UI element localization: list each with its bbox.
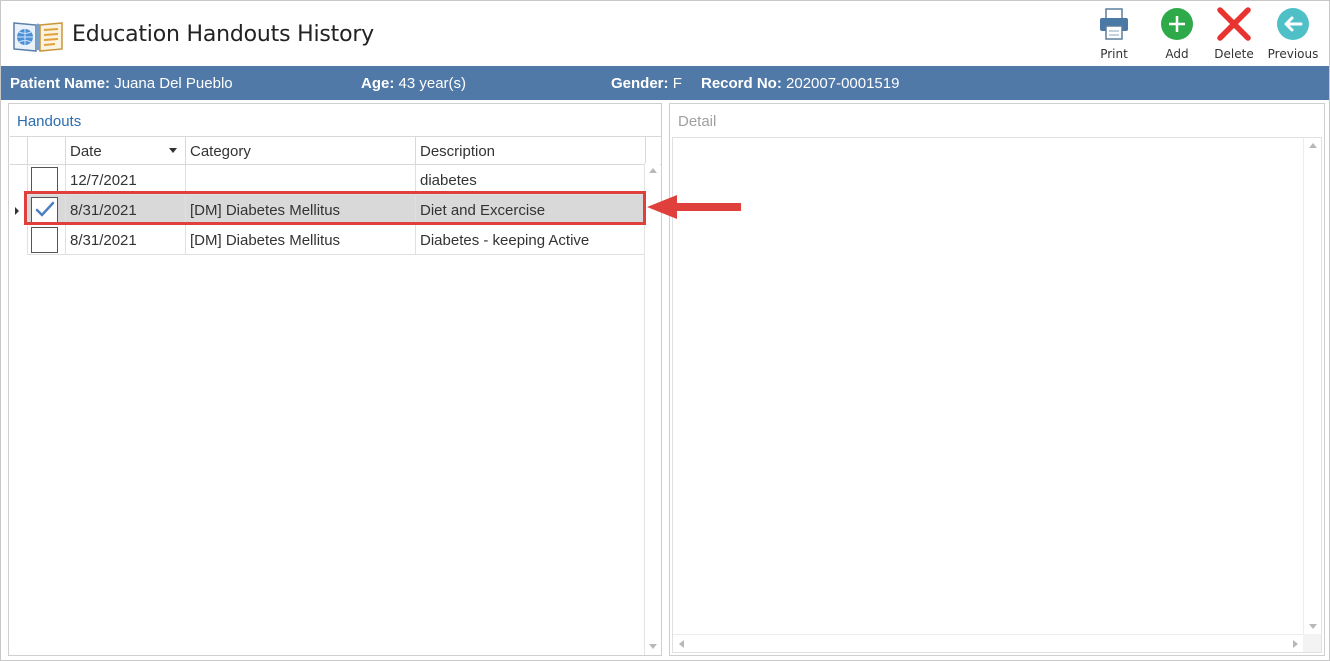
- description-cell: Diabetes - keeping Active: [416, 225, 646, 255]
- row-header-cell: [10, 137, 28, 164]
- row-indicator-cell: [10, 165, 28, 195]
- scroll-left-icon[interactable]: [679, 640, 684, 648]
- row-checkbox-checked[interactable]: [31, 197, 58, 223]
- row-indicator-cell: [10, 195, 28, 225]
- patient-name: Patient Name: Juana Del Pueblo: [10, 75, 233, 92]
- delete-label: Delete: [1214, 47, 1254, 61]
- detail-text-area[interactable]: [672, 137, 1322, 653]
- book-globe-icon: [12, 19, 64, 53]
- patient-age-label: Age:: [361, 75, 395, 92]
- header: Education Handouts History Print Add Del…: [1, 1, 1329, 65]
- date-cell: 8/31/2021: [66, 225, 186, 255]
- patient-record-value: 202007-0001519: [786, 75, 900, 92]
- callout-arrow-icon: [645, 193, 745, 228]
- row-indicator-cell: [10, 225, 28, 255]
- handouts-vertical-scrollbar[interactable]: [644, 163, 660, 655]
- row-checkbox[interactable]: [31, 167, 58, 193]
- handouts-grid: Date Category Description 12/7/2021 diab…: [10, 136, 661, 655]
- education-handouts-window: Education Handouts History Print Add Del…: [0, 0, 1330, 661]
- print-label: Print: [1100, 47, 1128, 61]
- category-header-label: Category: [190, 143, 251, 160]
- printer-icon: [1097, 7, 1131, 41]
- date-header-label: Date: [70, 143, 102, 160]
- scrollbar-corner: [1303, 634, 1321, 652]
- column-header-description[interactable]: Description: [416, 137, 646, 164]
- patient-gender-label: Gender:: [611, 75, 669, 92]
- patient-age-value: 43 year(s): [398, 75, 467, 92]
- handouts-title: Handouts: [17, 113, 82, 130]
- previous-button[interactable]: Previous: [1265, 7, 1321, 63]
- description-cell: diabetes: [416, 165, 646, 195]
- patient-gender-value: F: [672, 75, 682, 92]
- delete-button[interactable]: Delete: [1206, 7, 1262, 63]
- scroll-down-icon[interactable]: [649, 644, 657, 649]
- grid-header: Date Category Description: [10, 137, 661, 165]
- sort-descending-icon: [169, 148, 177, 153]
- detail-vertical-scrollbar[interactable]: [1303, 138, 1321, 635]
- scroll-up-icon[interactable]: [649, 168, 657, 173]
- scroll-up-icon[interactable]: [1309, 143, 1317, 148]
- column-header-date[interactable]: Date: [66, 137, 186, 164]
- patient-name-label: Patient Name:: [10, 75, 111, 92]
- detail-panel: Detail: [669, 103, 1325, 656]
- scroll-down-icon[interactable]: [1309, 624, 1317, 629]
- patient-record-label: Record No:: [701, 75, 782, 92]
- table-row-selected[interactable]: 8/31/2021 [DM] Diabetes Mellitus Diet an…: [10, 195, 646, 225]
- scroll-right-icon[interactable]: [1293, 640, 1298, 648]
- back-arrow-icon: [1276, 7, 1310, 41]
- detail-title: Detail: [678, 113, 717, 130]
- plus-circle-icon: [1160, 7, 1194, 41]
- add-label: Add: [1165, 47, 1189, 61]
- patient-record: Record No: 202007-0001519: [701, 75, 899, 92]
- category-cell: [DM] Diabetes Mellitus: [186, 225, 416, 255]
- description-cell: Diet and Excercise: [416, 195, 646, 225]
- row-checkbox[interactable]: [31, 227, 58, 253]
- table-row[interactable]: 8/31/2021 [DM] Diabetes Mellitus Diabete…: [10, 225, 646, 255]
- detail-horizontal-scrollbar[interactable]: [673, 634, 1304, 652]
- patient-gender: Gender: F: [611, 75, 682, 92]
- checkbox-cell: [28, 165, 66, 195]
- add-button[interactable]: Add: [1149, 7, 1205, 63]
- table-row[interactable]: 12/7/2021 diabetes: [10, 165, 646, 195]
- current-row-indicator-icon: [15, 207, 19, 215]
- patient-info-bar: Patient Name: Juana Del Pueblo Age: 43 y…: [1, 66, 1329, 100]
- category-cell: [DM] Diabetes Mellitus: [186, 195, 416, 225]
- category-cell: [186, 165, 416, 195]
- handouts-panel: Handouts Date Category Description 12/7/…: [8, 103, 662, 656]
- checkbox-cell: [28, 195, 66, 225]
- description-header-label: Description: [420, 143, 496, 160]
- date-cell: 8/31/2021: [66, 195, 186, 225]
- patient-age: Age: 43 year(s): [361, 75, 466, 92]
- page-title: Education Handouts History: [72, 22, 375, 47]
- column-header-category[interactable]: Category: [186, 137, 416, 164]
- print-button[interactable]: Print: [1086, 7, 1142, 63]
- date-cell: 12/7/2021: [66, 165, 186, 195]
- patient-name-value: Juana Del Pueblo: [114, 75, 233, 92]
- checkbox-cell: [28, 225, 66, 255]
- checkmark-icon: [35, 201, 55, 217]
- red-x-icon: [1217, 7, 1251, 41]
- previous-label: Previous: [1267, 47, 1319, 61]
- checkbox-header-cell: [28, 137, 66, 164]
